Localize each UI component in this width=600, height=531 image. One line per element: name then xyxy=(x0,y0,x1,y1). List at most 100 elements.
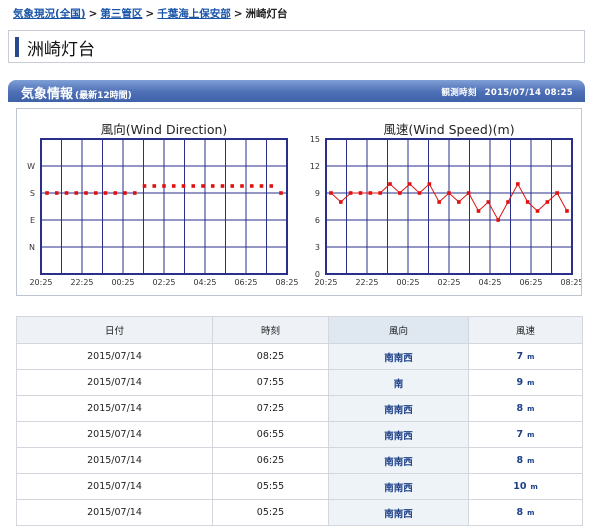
speed-value: 7 xyxy=(516,429,524,440)
y-tick-label: 6 xyxy=(315,216,320,225)
col-header-speed: 風速 xyxy=(468,316,583,344)
direction-point xyxy=(152,184,157,188)
speed-point xyxy=(348,191,353,195)
cell-speed: 10 m xyxy=(468,473,583,500)
x-tick-label: 20:25 xyxy=(29,278,52,287)
y-tick-label: 3 xyxy=(315,243,320,252)
cell-speed: 8m xyxy=(468,447,583,474)
speed-value: 8 xyxy=(516,455,524,466)
direction-point xyxy=(103,191,108,195)
speed-value: 9 xyxy=(516,377,524,388)
cell-date: 2015/07/14 xyxy=(16,343,213,370)
speed-point xyxy=(466,191,471,195)
direction-point xyxy=(93,191,98,195)
direction-point xyxy=(201,184,205,188)
direction-point xyxy=(84,191,88,195)
direction-point xyxy=(54,191,59,195)
direction-point xyxy=(259,184,264,188)
cell-direction: 南南西 xyxy=(328,395,469,422)
x-tick-label: 00:25 xyxy=(111,278,134,287)
breadcrumb-link-region[interactable]: 第三管区 xyxy=(100,8,142,20)
cell-time: 08:25 xyxy=(212,343,329,370)
direction-point xyxy=(113,191,118,195)
breadcrumb-separator: > xyxy=(88,8,98,20)
direction-point xyxy=(45,191,49,195)
title-accent-bar xyxy=(15,37,19,57)
speed-point xyxy=(388,182,392,186)
cell-date: 2015/07/14 xyxy=(16,421,213,448)
x-tick-label: 20:25 xyxy=(314,278,337,287)
direction-point xyxy=(269,184,274,188)
direction-point xyxy=(74,191,79,195)
weather-section-header: 気象情報 (最新12時間) 観測時刻 2015/07/14 08:25 xyxy=(8,80,585,102)
y-tick-label: 15 xyxy=(310,135,320,144)
cell-time: 07:55 xyxy=(212,369,329,396)
y-tick-label: S xyxy=(30,189,35,198)
chart-title: 風向(Wind Direction) xyxy=(101,122,228,137)
section-title-text: 気象情報 xyxy=(21,87,74,102)
observation-time: 観測時刻 2015/07/14 08:25 xyxy=(441,86,573,98)
direction-point xyxy=(279,191,283,195)
cell-speed: 7m xyxy=(468,421,583,448)
breadcrumb-separator: > xyxy=(233,8,243,20)
direction-point xyxy=(123,191,127,195)
speed-value: 7 xyxy=(516,351,524,362)
speed-value: 8 xyxy=(516,403,524,414)
page-title-box: 洲崎灯台 xyxy=(8,30,585,63)
speed-point xyxy=(516,182,520,186)
direction-point xyxy=(240,184,244,188)
x-tick-label: 02:25 xyxy=(437,278,460,287)
cell-date: 2015/07/14 xyxy=(16,447,213,474)
direction-point xyxy=(230,184,235,188)
cell-speed: 8m xyxy=(468,395,583,422)
speed-point xyxy=(486,200,491,204)
speed-point xyxy=(496,218,500,222)
cell-time: 05:25 xyxy=(212,499,329,526)
cell-direction: 南南西 xyxy=(328,343,469,370)
speed-point xyxy=(417,191,422,195)
speed-point xyxy=(565,209,569,213)
speed-point xyxy=(545,200,550,204)
direction-point xyxy=(220,184,225,188)
speed-unit: m xyxy=(527,457,535,465)
speed-point xyxy=(407,182,412,186)
x-tick-label: 02:25 xyxy=(152,278,175,287)
cell-direction: 南南西 xyxy=(328,473,469,500)
direction-point xyxy=(162,184,166,188)
cell-time: 07:25 xyxy=(212,395,329,422)
breadcrumb-link-office[interactable]: 千葉海上保安部 xyxy=(157,8,231,20)
cell-speed: 8m xyxy=(468,499,583,526)
charts-svg: 風向(Wind Direction) N E S W 20:25 22:25 00:25 02:… xyxy=(27,122,581,287)
speed-point xyxy=(555,191,559,195)
direction-point xyxy=(249,184,254,188)
col-header-time: 時刻 xyxy=(212,316,329,344)
speed-unit: m xyxy=(527,405,535,413)
direction-point xyxy=(181,184,186,188)
speed-point xyxy=(368,191,373,195)
section-title: 気象情報 (最新12時間) xyxy=(21,83,132,102)
speed-unit: m xyxy=(527,379,535,387)
breadcrumb-link-national[interactable]: 気象現況(全国) xyxy=(13,8,86,20)
cell-direction: 南 xyxy=(328,369,469,396)
direction-point xyxy=(132,191,137,195)
cell-date: 2015/07/14 xyxy=(16,473,213,500)
cell-date: 2015/07/14 xyxy=(16,499,213,526)
speed-point xyxy=(427,182,432,186)
observation-table: 日付 時刻 風向 風速 2015/07/14 08:25 南南西 7 m 2015/07/… xyxy=(16,316,583,526)
speed-point xyxy=(378,191,382,195)
y-tick-label: E xyxy=(30,216,35,225)
observation-time-value: 2015/07/14 08:25 xyxy=(484,88,573,98)
direction-point xyxy=(64,191,69,195)
direction-point xyxy=(210,184,215,188)
x-tick-label: 00:25 xyxy=(396,278,419,287)
x-tick-label: 08:25 xyxy=(275,278,298,287)
breadcrumb: 気象現況(全国) > 第三管区 > 千葉海上保安部 > 洲崎灯台 xyxy=(13,6,288,21)
speed-point xyxy=(457,200,461,204)
table-row: 2015/07/14 08:25 南南西 7 m xyxy=(16,343,583,370)
cell-direction: 南南西 xyxy=(328,447,469,474)
cell-date: 2015/07/14 xyxy=(16,395,213,422)
x-tick-label: 06:25 xyxy=(519,278,542,287)
direction-point xyxy=(142,184,147,188)
x-tick-label: 04:25 xyxy=(193,278,216,287)
y-tick-label: W xyxy=(27,162,35,171)
